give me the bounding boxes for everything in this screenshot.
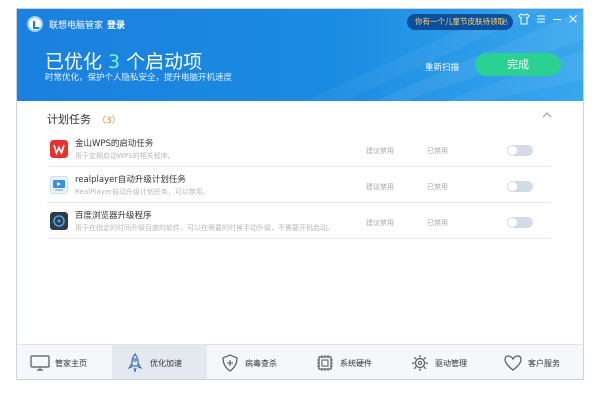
rocket-icon: [127, 353, 143, 373]
monitor-icon: [30, 355, 50, 371]
headline-prefix: 已优化: [45, 51, 103, 73]
nav-label: 系统硬件: [340, 359, 372, 368]
task-description: 用于在指定的时间升级百度的软件，可以在需要的时候手动升级，不需要开机启动。: [75, 224, 334, 232]
section-title-text: 计划任务: [47, 113, 91, 126]
task-row: 百度浏览器升级程序 用于在指定的时间升级百度的软件，可以在需要的时候手动升级，不…: [47, 203, 551, 239]
wps-icon: [50, 140, 68, 158]
task-description: 用于定期启动WPS的相关程序。: [75, 152, 175, 160]
task-advice: 建议禁用: [366, 147, 394, 155]
nav-label: 驱动管理: [435, 359, 467, 368]
menu-icon[interactable]: [535, 13, 547, 29]
promo-text: 你有一个儿童节皮肤待领取: [415, 17, 505, 26]
login-link[interactable]: 登录: [107, 18, 125, 31]
nav-item-optimize[interactable]: 优化加速: [112, 345, 207, 379]
gear-icon: [412, 355, 428, 371]
task-description: RealPlayer自动升级计划任务，可以禁用。: [75, 188, 210, 196]
optimized-count: 3: [108, 51, 121, 73]
nav-label: 优化加速: [150, 359, 182, 368]
task-toggle[interactable]: [507, 181, 533, 192]
section-count: （3）: [97, 116, 121, 126]
pointer-hand-icon: ☝: [502, 18, 508, 28]
heart-icon: [504, 355, 522, 371]
task-name: 金山WPS的启动任务: [75, 139, 154, 149]
header: 联想电脑管家 登录 你有一个儿童节皮肤待领取 ☝ 已优化 3 个启动项 时常优化，保…: [17, 9, 583, 101]
headline-suffix: 个启动项: [126, 51, 203, 73]
nav-label: 客户服务: [528, 359, 560, 368]
baidu-browser-icon: [50, 212, 68, 230]
done-button[interactable]: 完成: [475, 53, 561, 76]
task-status: 已禁用: [427, 183, 448, 191]
app-window: 联想电脑管家 登录 你有一个儿童节皮肤待领取 ☝ 已优化 3 个启动项 时常优化，保…: [16, 8, 584, 380]
promo-banner[interactable]: 你有一个儿童节皮肤待领取 ☝: [407, 14, 513, 30]
rescan-link[interactable]: 重新扫描: [425, 61, 459, 73]
app-logo-icon: [27, 16, 43, 32]
nav-item-drivers[interactable]: 驱动管理: [397, 345, 492, 379]
task-row: 金山WPS的启动任务 用于定期启动WPS的相关程序。 建议禁用 已禁用: [47, 131, 551, 167]
nav-item-home[interactable]: 管家主页: [17, 345, 112, 379]
task-toggle[interactable]: [507, 217, 533, 228]
task-name: realplayer自动升级计划任务: [75, 175, 186, 185]
bottom-nav: 管家主页 优化加速 病毒查杀 系统硬件 驱动管理 客户服务: [17, 344, 583, 379]
task-advice: 建议禁用: [366, 219, 394, 227]
chip-icon: [317, 355, 333, 371]
close-icon[interactable]: [567, 13, 579, 29]
nav-label: 病毒查杀: [245, 359, 277, 368]
task-name: 百度浏览器升级程序: [75, 211, 152, 221]
task-status: 已禁用: [427, 147, 448, 155]
app-title: 联想电脑管家: [49, 21, 104, 31]
minimize-icon[interactable]: [551, 13, 563, 29]
shield-icon: [222, 354, 238, 372]
nav-label: 管家主页: [55, 359, 87, 368]
nav-item-support[interactable]: 客户服务: [490, 345, 583, 379]
nav-item-antivirus[interactable]: 病毒查杀: [207, 345, 302, 379]
skin-shirt-icon[interactable]: [518, 13, 530, 29]
task-status: 已禁用: [427, 219, 448, 227]
chevron-up-icon[interactable]: [541, 109, 553, 121]
optimized-headline: 已优化 3 个启动项: [45, 47, 202, 74]
header-subline: 时常优化，保护个人隐私安全，提升电脑开机速度: [45, 73, 233, 83]
task-toggle[interactable]: [507, 145, 533, 156]
realplayer-icon: [50, 176, 68, 194]
nav-item-hardware[interactable]: 系统硬件: [302, 345, 397, 379]
section-title: 计划任务 （3）: [47, 111, 121, 127]
task-advice: 建议禁用: [366, 183, 394, 191]
task-row: realplayer自动升级计划任务 RealPlayer自动升级计划任务，可以…: [47, 167, 551, 203]
